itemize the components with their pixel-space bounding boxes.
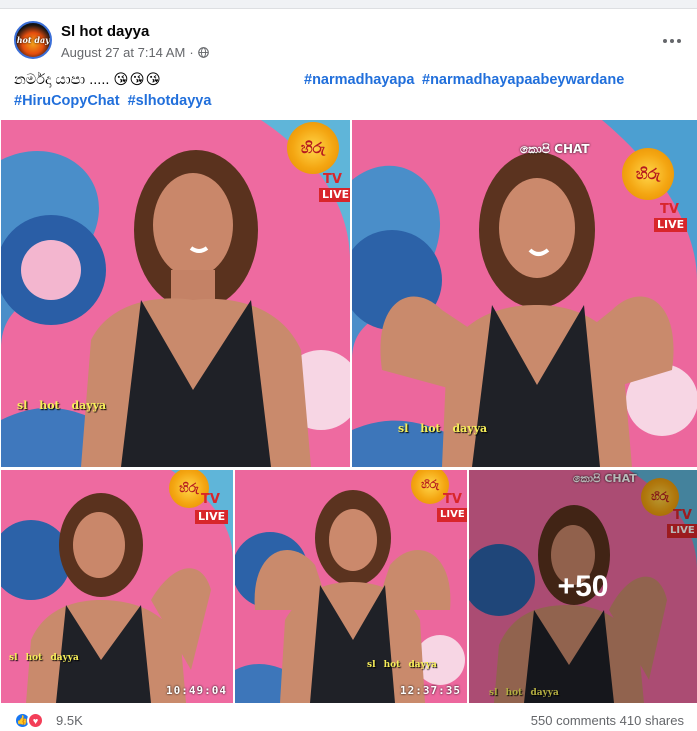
hiru-logo-text: හිරු bbox=[300, 139, 326, 157]
photo-scene bbox=[1, 120, 350, 467]
watermark: sl hot dayya bbox=[398, 422, 488, 435]
show-name-label: කොපි CHAT bbox=[520, 142, 590, 156]
love-icon: ♥ bbox=[27, 712, 44, 729]
more-photos-overlay[interactable]: +50 bbox=[469, 470, 697, 703]
tv-label: TV bbox=[660, 202, 679, 217]
photo-2[interactable]: කොපි CHAT හිරු TV LIVE sl hot dayya bbox=[352, 120, 697, 467]
post-footer: 👍 ♥ 9.5K 550 comments 410 shares bbox=[14, 710, 684, 730]
photo-grid: හිරු TV LIVE sl hot dayya කොපි CHAT හිරු… bbox=[0, 120, 697, 703]
photo-5[interactable]: කොපි CHAT හිරු TV LIVE sl hot dayya +50 bbox=[469, 470, 697, 703]
hashtag-link[interactable]: #narmadhayapa bbox=[304, 70, 414, 91]
reaction-count[interactable]: 9.5K bbox=[56, 713, 83, 728]
photo-1[interactable]: හිරු TV LIVE sl hot dayya bbox=[1, 120, 350, 467]
more-photos-count: +50 bbox=[557, 569, 609, 603]
photo-4[interactable]: හිරු TV LIVE sl hot dayya 12:37:35 bbox=[235, 470, 467, 703]
post-text: නර්මදා යාපා ..... 😘😘😘 #narmadhayapa #nar… bbox=[14, 70, 684, 112]
post-text-sinhala: නර්මදා යාපා ..... bbox=[14, 72, 110, 88]
hashtag-link[interactable]: #slhotdayya bbox=[128, 93, 212, 109]
video-timestamp: 10:49:04 bbox=[166, 684, 227, 697]
hashtag-link[interactable]: #narmadhayapaabeywardane bbox=[422, 70, 624, 91]
photo-3[interactable]: හිරු TV LIVE sl hot dayya 10:49:04 bbox=[1, 470, 233, 703]
avatar-logo-text: sl hot dayya bbox=[16, 35, 50, 45]
comments-shares-count[interactable]: 550 comments 410 shares bbox=[531, 713, 684, 728]
tv-label: TV bbox=[201, 492, 220, 507]
hiru-logo-text: හිරු bbox=[635, 165, 661, 183]
post-header: sl hot dayya Sl hot dayya August 27 at 7… bbox=[14, 21, 681, 65]
globe-icon[interactable] bbox=[197, 47, 209, 58]
live-badge: LIVE bbox=[195, 510, 229, 524]
avatar[interactable]: sl hot dayya bbox=[14, 21, 52, 59]
tv-label: TV bbox=[323, 172, 342, 187]
video-timestamp: 12:37:35 bbox=[400, 684, 461, 697]
author-name[interactable]: Sl hot dayya bbox=[61, 23, 149, 40]
more-options-icon[interactable] bbox=[660, 31, 684, 51]
live-badge: LIVE bbox=[319, 188, 350, 202]
hiru-logo-icon: හිරු bbox=[622, 148, 674, 200]
reaction-icons[interactable]: 👍 ♥ bbox=[14, 712, 44, 729]
hiru-logo-text: හිරු bbox=[179, 480, 199, 495]
tv-label: TV bbox=[443, 492, 462, 507]
post-card: sl hot dayya Sl hot dayya August 27 at 7… bbox=[0, 8, 697, 731]
hiru-logo-icon: හිරු bbox=[287, 122, 339, 174]
live-badge: LIVE bbox=[437, 508, 467, 522]
watermark: sl hot dayya bbox=[367, 660, 437, 670]
watermark: sl hot dayya bbox=[17, 399, 107, 412]
post-date[interactable]: August 27 at 7:14 AM bbox=[61, 45, 185, 60]
post-meta: August 27 at 7:14 AM · bbox=[61, 45, 209, 60]
meta-separator: · bbox=[189, 45, 194, 60]
watermark: sl hot dayya bbox=[9, 653, 79, 663]
post-text-line: නර්මදා යාපා ..... 😘😘😘 bbox=[14, 70, 162, 91]
hiru-logo-text: හිරු bbox=[421, 478, 439, 491]
kiss-emoji-icon: 😘😘😘 bbox=[113, 72, 162, 88]
hashtag-link[interactable]: #HiruCopyChat bbox=[14, 93, 120, 109]
live-badge: LIVE bbox=[654, 218, 688, 232]
